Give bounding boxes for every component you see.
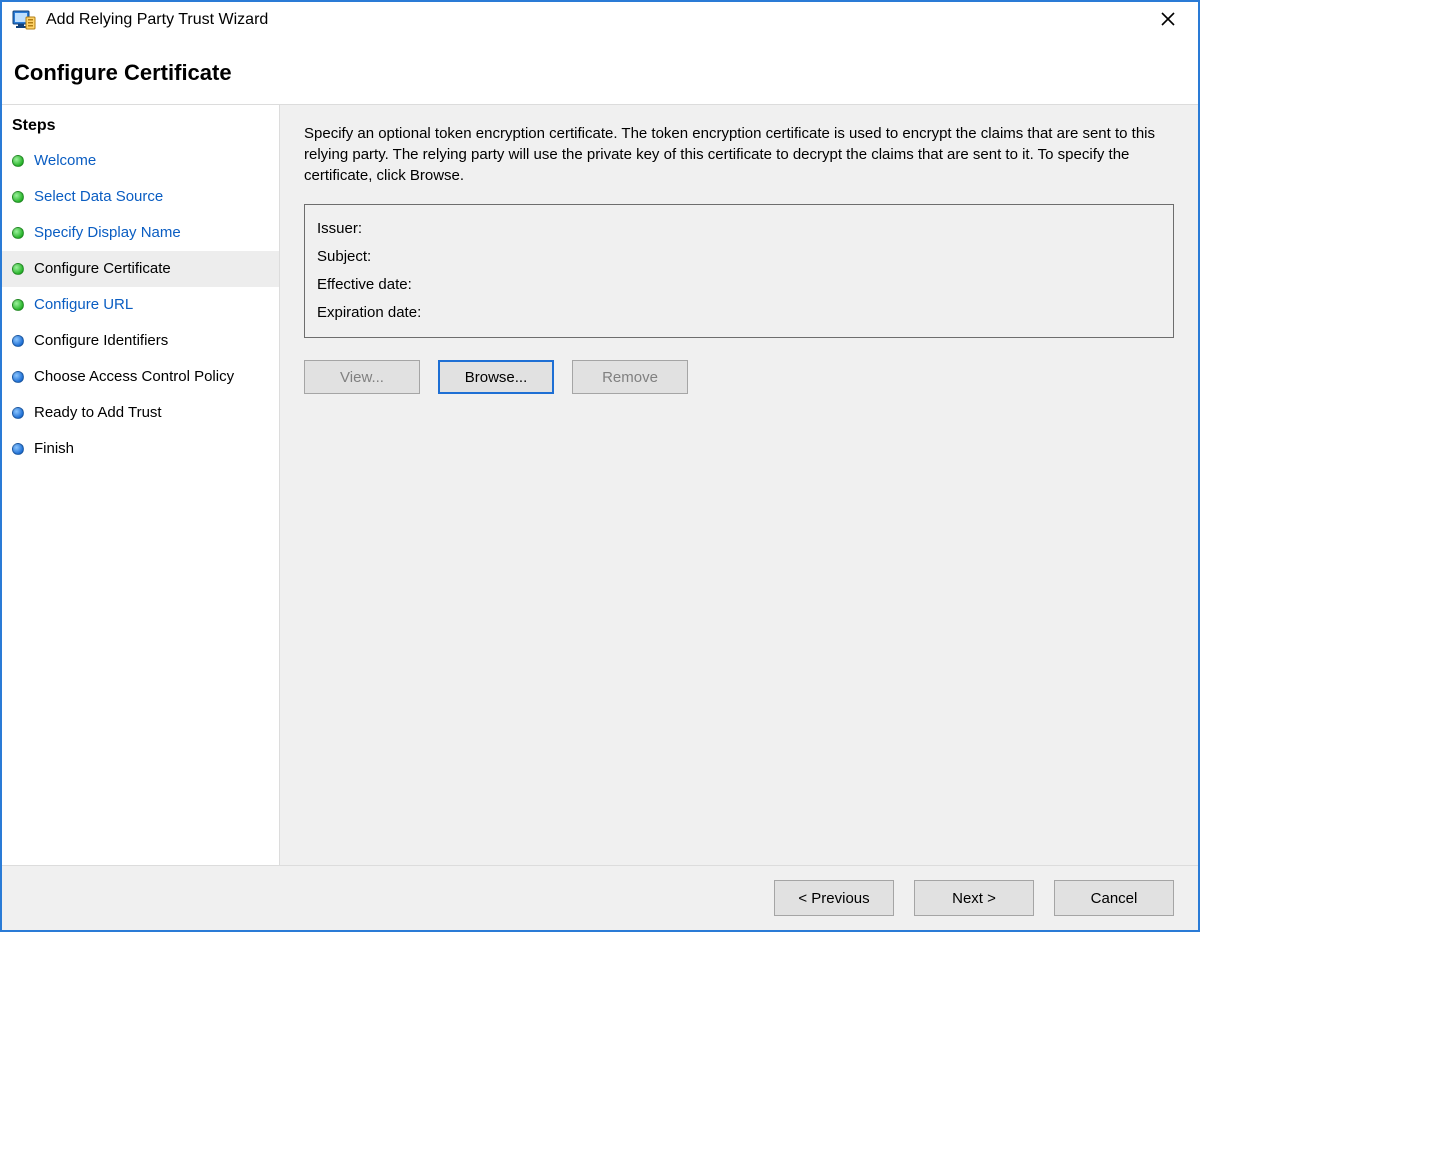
step-bullet-pending-icon <box>12 371 24 383</box>
step-configure-url[interactable]: Configure URL <box>2 287 279 323</box>
instructions-text: Specify an optional token encryption cer… <box>304 123 1174 186</box>
step-label: Select Data Source <box>34 187 269 207</box>
step-choose-access-control-policy[interactable]: Choose Access Control Policy <box>2 359 279 395</box>
remove-button: Remove <box>572 360 688 394</box>
wizard-body: Steps Welcome Select Data Source Specify… <box>2 105 1198 865</box>
step-label: Configure Certificate <box>34 259 269 279</box>
cancel-button[interactable]: Cancel <box>1054 880 1174 916</box>
certificate-button-row: View... Browse... Remove <box>304 360 1174 394</box>
cert-effective-label: Effective date: <box>317 276 412 293</box>
cert-issuer-row: Issuer: <box>317 215 1161 243</box>
main-panel: Specify an optional token encryption cer… <box>280 105 1198 865</box>
cert-subject-row: Subject: <box>317 243 1161 271</box>
step-label: Specify Display Name <box>34 223 269 243</box>
step-label: Configure URL <box>34 295 269 315</box>
view-button: View... <box>304 360 420 394</box>
cert-issuer-label: Issuer: <box>317 220 362 237</box>
step-ready-to-add-trust[interactable]: Ready to Add Trust <box>2 395 279 431</box>
close-icon[interactable] <box>1148 10 1188 30</box>
titlebar: Add Relying Party Trust Wizard <box>2 2 1198 36</box>
step-bullet-done-icon <box>12 227 24 239</box>
spacer <box>304 394 1174 847</box>
step-configure-certificate[interactable]: Configure Certificate <box>2 251 279 287</box>
step-configure-identifiers[interactable]: Configure Identifiers <box>2 323 279 359</box>
step-label: Ready to Add Trust <box>34 403 269 423</box>
page-heading: Configure Certificate <box>2 36 1198 104</box>
browse-button[interactable]: Browse... <box>438 360 554 394</box>
step-select-data-source[interactable]: Select Data Source <box>2 179 279 215</box>
cert-expiration-row: Expiration date: <box>317 299 1161 327</box>
step-label: Finish <box>34 439 269 459</box>
step-bullet-pending-icon <box>12 443 24 455</box>
wizard-app-icon <box>12 8 36 32</box>
step-welcome[interactable]: Welcome <box>2 143 279 179</box>
step-bullet-pending-icon <box>12 407 24 419</box>
cert-subject-label: Subject: <box>317 248 371 265</box>
wizard-footer: < Previous Next > Cancel <box>2 865 1198 930</box>
step-specify-display-name[interactable]: Specify Display Name <box>2 215 279 251</box>
step-label: Choose Access Control Policy <box>34 367 269 387</box>
step-bullet-pending-icon <box>12 335 24 347</box>
step-label: Welcome <box>34 151 269 171</box>
previous-button[interactable]: < Previous <box>774 880 894 916</box>
cert-effective-row: Effective date: <box>317 271 1161 299</box>
wizard-window: Add Relying Party Trust Wizard Configure… <box>0 0 1200 932</box>
step-bullet-done-icon <box>12 191 24 203</box>
certificate-details-box: Issuer: Subject: Effective date: Expirat… <box>304 204 1174 338</box>
window-title: Add Relying Party Trust Wizard <box>46 11 1148 29</box>
steps-sidebar: Steps Welcome Select Data Source Specify… <box>2 105 280 865</box>
step-finish[interactable]: Finish <box>2 431 279 467</box>
step-bullet-done-icon <box>12 155 24 167</box>
step-bullet-done-icon <box>12 263 24 275</box>
next-button[interactable]: Next > <box>914 880 1034 916</box>
step-bullet-done-icon <box>12 299 24 311</box>
cert-expiration-label: Expiration date: <box>317 304 421 321</box>
step-label: Configure Identifiers <box>34 331 269 351</box>
steps-header: Steps <box>2 113 279 143</box>
